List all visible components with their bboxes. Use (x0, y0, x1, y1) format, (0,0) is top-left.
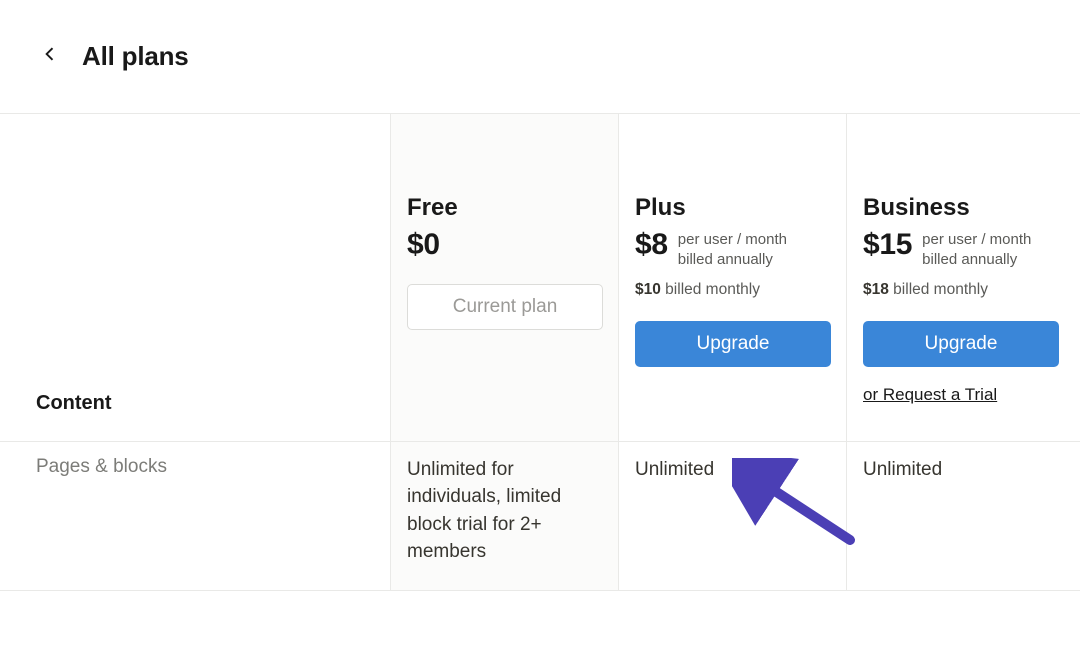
plan-price-per: per user / month (922, 230, 1031, 250)
chevron-left-icon (40, 44, 60, 69)
plan-column-plus: Plus $8 per user / month billed annually… (618, 114, 846, 441)
plan-price: $8 (635, 228, 668, 262)
plan-price-billed: billed annually (922, 250, 1031, 270)
plan-column-business: Business $15 per user / month billed ann… (846, 114, 1080, 441)
current-plan-button: Current plan (407, 284, 603, 330)
feature-value-free: Unlimited for individuals, limited block… (390, 441, 618, 591)
plan-name: Plus (635, 194, 830, 222)
upgrade-button[interactable]: Upgrade (863, 321, 1059, 367)
plan-price-per: per user / month (678, 230, 787, 250)
section-title: Content (0, 114, 390, 441)
feature-label: Pages & blocks (0, 441, 390, 591)
plan-column-free: Free $0 Current plan (390, 114, 618, 441)
plan-price: $15 (863, 228, 912, 262)
page-title: All plans (82, 41, 189, 72)
plan-price: $0 (407, 228, 440, 262)
plan-monthly: $18 billed monthly (863, 281, 1064, 299)
plan-price-billed: billed annually (678, 250, 787, 270)
plan-name: Business (863, 194, 1064, 222)
back-button[interactable] (36, 43, 64, 71)
feature-value-plus: Unlimited (618, 441, 846, 591)
request-trial-link[interactable]: or Request a Trial (863, 385, 997, 405)
plan-name: Free (407, 194, 602, 222)
upgrade-button[interactable]: Upgrade (635, 321, 831, 367)
feature-value-business: Unlimited (846, 441, 1080, 591)
plan-monthly: $10 billed monthly (635, 281, 830, 299)
